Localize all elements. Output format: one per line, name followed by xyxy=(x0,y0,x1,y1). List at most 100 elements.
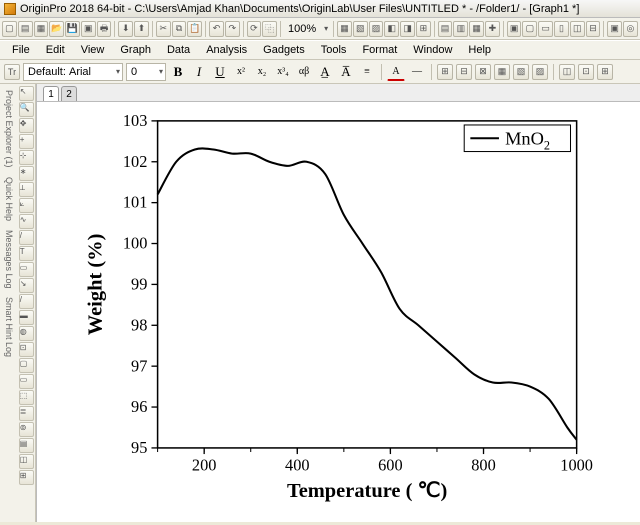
italic-button[interactable]: I xyxy=(190,63,208,81)
align-button[interactable]: ≡ xyxy=(358,63,376,81)
tool-m-button[interactable]: ▯ xyxy=(554,21,569,37)
decrease-font-button[interactable]: A̅ xyxy=(337,63,355,81)
side-tool-19[interactable]: ⬚ xyxy=(19,390,34,405)
export-button[interactable]: ⬆ xyxy=(134,21,149,37)
cut-button[interactable]: ✂ xyxy=(156,21,171,37)
side-tool-1[interactable]: 🔍 xyxy=(19,102,34,117)
side-tool-23[interactable]: ◫ xyxy=(19,454,34,469)
tool-p-button[interactable]: ▣ xyxy=(607,21,622,37)
tool-d-button[interactable]: ◧ xyxy=(384,21,399,37)
smart-hint-tab[interactable]: Smart Hint Log xyxy=(4,293,14,361)
copy-button[interactable]: ⧉ xyxy=(172,21,187,37)
template-button[interactable]: ▣ xyxy=(81,21,96,37)
graph-canvas[interactable]: 20040060080010009596979899100101102103Te… xyxy=(37,102,640,522)
bold-button[interactable]: B xyxy=(169,63,187,81)
new-graph-button[interactable]: ▦ xyxy=(34,21,49,37)
menu-analysis[interactable]: Analysis xyxy=(198,42,255,58)
graph-tool-2[interactable]: ⊟ xyxy=(456,64,472,80)
menu-window[interactable]: Window xyxy=(405,42,460,58)
tool-c-button[interactable]: ▨ xyxy=(369,21,384,37)
font-name-combo[interactable]: Default: Arial xyxy=(23,63,123,81)
legend[interactable]: MnO2 xyxy=(464,125,570,153)
refresh-button[interactable]: ⟳ xyxy=(247,21,262,37)
tool-a-button[interactable]: ▦ xyxy=(337,21,352,37)
tool-n-button[interactable]: ◫ xyxy=(570,21,585,37)
side-tool-6[interactable]: ⟂ xyxy=(19,182,34,197)
tool-f-button[interactable]: ⊞ xyxy=(416,21,431,37)
supersubscript-button[interactable]: x³₄ xyxy=(274,63,292,81)
side-tool-18[interactable]: ▭ xyxy=(19,374,34,389)
tool-q-button[interactable]: ◎ xyxy=(623,21,638,37)
greek-button[interactable]: αβ xyxy=(295,63,313,81)
side-tool-8[interactable]: ∿ xyxy=(19,214,34,229)
paste-button[interactable]: 📋 xyxy=(187,21,202,37)
font-color-button[interactable]: A xyxy=(387,63,405,81)
menu-gadgets[interactable]: Gadgets xyxy=(255,42,313,58)
side-tool-20[interactable]: ≣ xyxy=(19,406,34,421)
zoom-combo[interactable]: 100% xyxy=(284,23,330,35)
side-tool-16[interactable]: ⊡ xyxy=(19,342,34,357)
increase-font-button[interactable]: A̲ xyxy=(316,63,334,81)
graph-tool-3[interactable]: ⊠ xyxy=(475,64,491,80)
line-style-button[interactable]: ― xyxy=(408,63,426,81)
tool-l-button[interactable]: ▭ xyxy=(538,21,553,37)
menu-format[interactable]: Format xyxy=(354,42,405,58)
messages-log-tab[interactable]: Messages Log xyxy=(4,226,14,293)
font-size-combo[interactable]: 0 xyxy=(126,63,166,81)
digitizer-button[interactable]: ✚ xyxy=(485,21,500,37)
print-button[interactable]: 🖶 xyxy=(97,21,112,37)
side-tool-7[interactable]: ⟀ xyxy=(19,198,34,213)
side-tool-9[interactable]: / xyxy=(19,230,34,245)
side-tool-11[interactable]: ▭ xyxy=(19,262,34,277)
menu-edit[interactable]: Edit xyxy=(38,42,73,58)
side-tool-22[interactable]: ▤ xyxy=(19,438,34,453)
menu-help[interactable]: Help xyxy=(460,42,499,58)
save-button[interactable]: 💾 xyxy=(65,21,80,37)
import-button[interactable]: ⬇ xyxy=(118,21,133,37)
open-button[interactable]: 📂 xyxy=(49,21,64,37)
tool-b-button[interactable]: ▧ xyxy=(353,21,368,37)
side-tool-10[interactable]: T xyxy=(19,246,34,261)
project-explorer-tab[interactable]: Project Explorer (1) xyxy=(4,86,14,172)
side-tool-13[interactable]: / xyxy=(19,294,34,309)
graph-tool-5[interactable]: ▧ xyxy=(513,64,529,80)
underline-button[interactable]: U xyxy=(211,63,229,81)
superscript-button[interactable]: x² xyxy=(232,63,250,81)
menu-view[interactable]: View xyxy=(73,42,113,58)
new-workbook-button[interactable]: ▤ xyxy=(18,21,33,37)
menu-file[interactable]: File xyxy=(4,42,38,58)
tool-o-button[interactable]: ⊟ xyxy=(586,21,601,37)
tool-g-button[interactable]: ▤ xyxy=(438,21,453,37)
text-tool-button[interactable]: Tr xyxy=(4,64,20,80)
redo-button[interactable]: ↷ xyxy=(225,21,240,37)
side-tool-14[interactable]: ▬ xyxy=(19,310,34,325)
graph-tool-8[interactable]: ⊡ xyxy=(578,64,594,80)
layer-tab-1[interactable]: 1 xyxy=(43,86,59,101)
side-tool-15[interactable]: ◍ xyxy=(19,326,34,341)
menu-data[interactable]: Data xyxy=(159,42,198,58)
tool-h-button[interactable]: ▥ xyxy=(453,21,468,37)
tool-e-button[interactable]: ◨ xyxy=(400,21,415,37)
data-curve[interactable] xyxy=(158,148,577,439)
undo-button[interactable]: ↶ xyxy=(209,21,224,37)
tool-i-button[interactable]: ▦ xyxy=(469,21,484,37)
tool-k-button[interactable]: ▢ xyxy=(522,21,537,37)
side-tool-17[interactable]: ▢ xyxy=(19,358,34,373)
graph-tool-4[interactable]: ▦ xyxy=(494,64,510,80)
new-project-button[interactable]: ▢ xyxy=(2,21,17,37)
side-tool-24[interactable]: ⊞ xyxy=(19,470,34,485)
graph-tool-9[interactable]: ⊞ xyxy=(597,64,613,80)
quick-help-tab[interactable]: Quick Help xyxy=(4,173,14,225)
side-tool-4[interactable]: ⊹ xyxy=(19,150,34,165)
side-tool-5[interactable]: ∗ xyxy=(19,166,34,181)
menu-graph[interactable]: Graph xyxy=(112,42,159,58)
graph-tool-7[interactable]: ◫ xyxy=(559,64,575,80)
subscript-button[interactable]: x₂ xyxy=(253,63,271,81)
tool-j-button[interactable]: ▣ xyxy=(507,21,522,37)
side-tool-12[interactable]: ↘ xyxy=(19,278,34,293)
graph-tool-6[interactable]: ▨ xyxy=(532,64,548,80)
side-tool-2[interactable]: ✥ xyxy=(19,118,34,133)
side-tool-3[interactable]: + xyxy=(19,134,34,149)
menu-tools[interactable]: Tools xyxy=(313,42,355,58)
layer-tab-2[interactable]: 2 xyxy=(61,86,77,101)
